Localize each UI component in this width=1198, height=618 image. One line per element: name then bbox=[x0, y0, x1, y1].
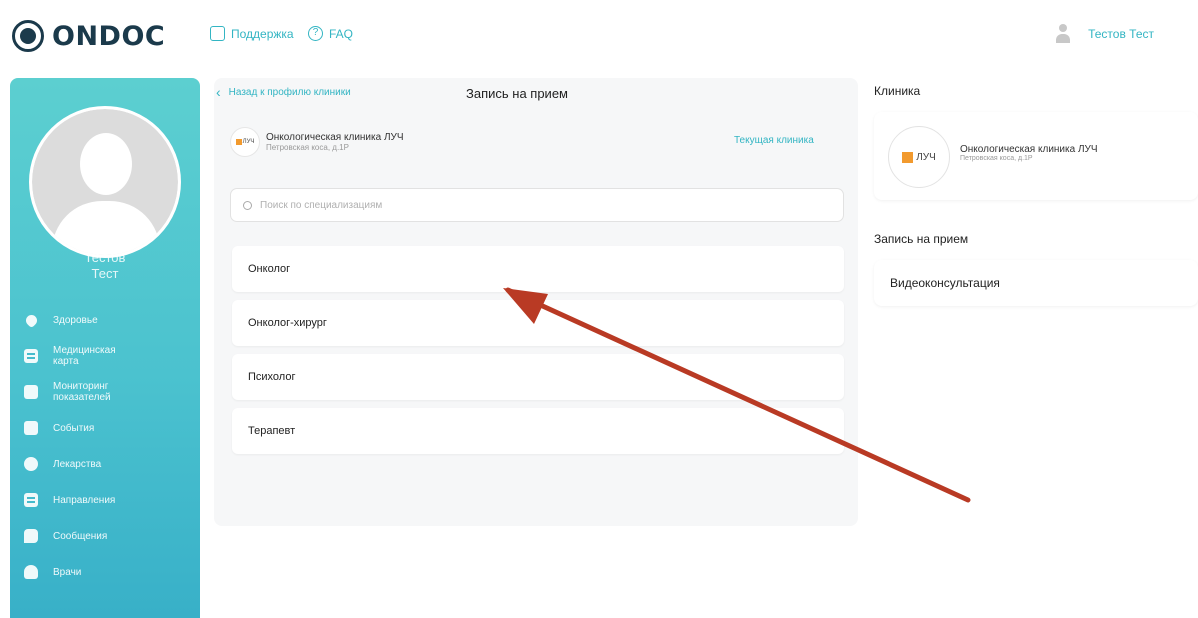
faq-link[interactable]: ? FAQ bbox=[308, 26, 353, 41]
specialization-list: Онколог Онколог-хирург Психолог Терапевт bbox=[232, 246, 844, 462]
page-title: Запись на прием bbox=[466, 86, 568, 101]
sidebar-item-medical-card[interactable]: Медицинская карта bbox=[24, 338, 194, 374]
specialization-item[interactable]: Онколог bbox=[232, 246, 844, 292]
clinic-heading: Клиника bbox=[874, 84, 921, 98]
support-label: Поддержка bbox=[231, 26, 294, 41]
appointment-heading: Запись на прием bbox=[874, 232, 969, 246]
clinic-name: Онкологическая клиника ЛУЧ bbox=[960, 144, 1098, 155]
sidebar-item-referrals[interactable]: Направления bbox=[24, 482, 194, 518]
clinic-address: Петровская коса, д.1Р bbox=[960, 155, 1033, 162]
specialization-item[interactable]: Онколог-хирург bbox=[232, 300, 844, 346]
sidebar-item-medicine[interactable]: Лекарства bbox=[24, 446, 194, 482]
video-consultation-option[interactable]: Видеоконсультация bbox=[874, 260, 1198, 306]
clinic-address: Петровская коса, д.1Р bbox=[266, 143, 349, 152]
search-icon bbox=[243, 200, 252, 210]
referral-icon bbox=[24, 493, 38, 507]
sidebar-item-label: Мониторинг показателей bbox=[53, 381, 111, 403]
sidebar-user-last-name: Тест bbox=[91, 266, 119, 281]
specialization-item[interactable]: Психолог bbox=[232, 354, 844, 400]
logo-text: ONDOC bbox=[52, 20, 166, 52]
back-link-label: Назад к профилю клиники bbox=[228, 86, 351, 98]
sidebar-item-monitoring[interactable]: Мониторинг показателей bbox=[24, 374, 194, 410]
sidebar-item-label: Сообщения bbox=[53, 530, 108, 542]
sidebar: Тестов Тест Здоровье Медицинская карта М… bbox=[10, 78, 200, 618]
medical-card-icon bbox=[24, 349, 38, 363]
back-to-clinic-link[interactable]: ‹ Назад к профилю клиники bbox=[216, 84, 351, 100]
user-icon bbox=[1056, 24, 1071, 44]
faq-label: FAQ bbox=[329, 26, 354, 41]
logo[interactable]: ONDOC bbox=[12, 18, 165, 54]
specialization-search[interactable] bbox=[230, 188, 844, 222]
sidebar-item-label: События bbox=[53, 422, 95, 434]
events-icon bbox=[24, 421, 38, 435]
monitoring-icon bbox=[24, 385, 38, 399]
help-icon: ? bbox=[308, 26, 323, 41]
clinic-logo: ЛУЧ bbox=[888, 126, 950, 188]
sidebar-item-events[interactable]: События bbox=[24, 410, 194, 446]
sidebar-nav: Здоровье Медицинская карта Мониторинг по… bbox=[23, 302, 194, 590]
avatar[interactable] bbox=[29, 106, 181, 258]
heart-icon bbox=[23, 312, 40, 328]
sidebar-item-label: Направления bbox=[53, 494, 116, 506]
current-clinic-label[interactable]: Текущая клиника bbox=[734, 135, 814, 146]
sidebar-item-label: Врачи bbox=[53, 566, 82, 578]
chat-icon bbox=[210, 26, 225, 41]
sidebar-item-messages[interactable]: Сообщения bbox=[24, 518, 194, 554]
medicine-icon bbox=[24, 457, 38, 471]
sidebar-item-label: Лекарства bbox=[53, 458, 102, 470]
logo-icon bbox=[12, 20, 44, 52]
search-input[interactable] bbox=[260, 199, 820, 211]
clinic-logo: ЛУЧ bbox=[230, 127, 260, 157]
specialization-item[interactable]: Терапевт bbox=[232, 408, 844, 454]
clinic-name: Онкологическая клиника ЛУЧ bbox=[266, 132, 404, 143]
doctors-icon bbox=[24, 565, 38, 579]
support-link[interactable]: Поддержка bbox=[210, 26, 294, 41]
user-menu[interactable]: Тестов Тест bbox=[1056, 24, 1154, 44]
user-name: Тестов Тест bbox=[1088, 27, 1154, 41]
sidebar-item-label: Медицинская карта bbox=[53, 345, 116, 367]
sidebar-item-doctors[interactable]: Врачи bbox=[24, 554, 194, 590]
chevron-left-icon: ‹ bbox=[216, 84, 221, 100]
top-bar: ONDOC Поддержка ? FAQ Тестов Тест bbox=[0, 0, 1198, 70]
messages-icon bbox=[24, 529, 38, 543]
sidebar-user-first-name: Тестов bbox=[84, 250, 126, 265]
clinic-card[interactable]: ЛУЧ Онкологическая клиника ЛУЧ Петровска… bbox=[874, 112, 1198, 200]
sidebar-item-label: Здоровье bbox=[53, 314, 98, 326]
sidebar-item-health[interactable]: Здоровье bbox=[23, 302, 194, 338]
